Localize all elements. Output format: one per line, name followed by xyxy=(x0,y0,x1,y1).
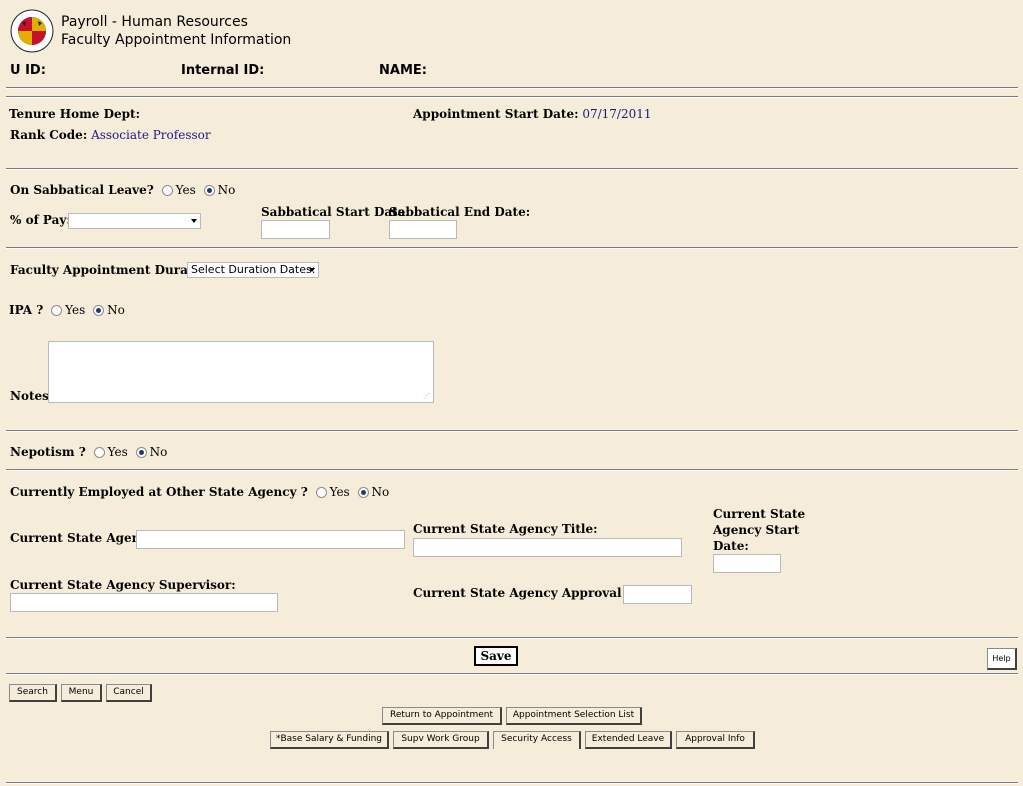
sabbatical-question: On Sabbatical Leave? xyxy=(10,183,154,197)
ipa-yes-label: Yes xyxy=(65,303,86,317)
ipa-no-label: No xyxy=(107,303,125,317)
ipa-row: IPA ? Yes No xyxy=(9,303,125,317)
other-state-no-label: No xyxy=(371,485,390,499)
sabbatical-yes-radio[interactable] xyxy=(161,185,173,196)
other-state-yes-label: Yes xyxy=(329,485,350,499)
ipa-no-radio[interactable] xyxy=(93,305,105,316)
internal-id-label: Internal ID: xyxy=(181,63,265,78)
divider xyxy=(6,247,1018,249)
other-state-yes-radio[interactable] xyxy=(315,487,327,498)
chevron-down-icon xyxy=(191,219,197,223)
tenure-home-dept-label: Tenure Home Dept: xyxy=(9,107,141,121)
tab-base-salary-funding[interactable]: *Base Salary & Funding xyxy=(270,731,389,749)
menu-button[interactable]: Menu xyxy=(61,684,102,702)
nepotism-yes-radio[interactable] xyxy=(93,447,105,458)
nepotism-row: Nepotism ? Yes No xyxy=(10,445,167,459)
notes-textarea[interactable]: ⋰ xyxy=(48,341,434,403)
start-date-label-line: Current State xyxy=(713,507,806,521)
divider xyxy=(6,430,1018,432)
rank-code-label: Rank Code: xyxy=(10,128,88,142)
other-state-question: Currently Employed at Other State Agency… xyxy=(10,485,308,499)
duration-select[interactable]: Select Duration Dates: xyxy=(187,262,319,278)
divider xyxy=(6,637,1018,639)
divider xyxy=(6,782,1018,784)
university-logo xyxy=(10,8,54,54)
other-state-row: Currently Employed at Other State Agency… xyxy=(10,485,389,499)
duration-select-value: Select Duration Dates: xyxy=(191,263,316,276)
current-state-agency-title-input[interactable] xyxy=(413,538,682,557)
search-button[interactable]: Search xyxy=(9,684,57,702)
page-title: Faculty Appointment Information xyxy=(61,32,292,48)
current-state-agency-supervisor-input[interactable] xyxy=(10,593,278,612)
appointment-start-date-label: Appointment Start Date: xyxy=(413,107,579,121)
current-state-agency-start-date-label: Current State Agency Start Date: xyxy=(713,506,805,554)
current-state-agency-input[interactable] xyxy=(136,530,405,549)
pct-pay-label: % of Pay: xyxy=(10,213,71,227)
tab-security-access[interactable]: Security Access xyxy=(493,731,581,749)
chevron-down-icon xyxy=(309,268,315,272)
sabbatical-start-date-input[interactable] xyxy=(261,220,330,239)
appointment-selection-list-button[interactable]: Appointment Selection List xyxy=(506,707,642,725)
sabbatical-yes-label: Yes xyxy=(175,183,196,197)
return-to-appointment-button[interactable]: Return to Appointment xyxy=(382,707,502,725)
sabbatical-no-label: No xyxy=(217,183,236,197)
tab-supv-work-group[interactable]: Supv Work Group xyxy=(393,731,489,749)
current-state-agency-supervisor-label: Current State Agency Supervisor: xyxy=(10,578,236,592)
start-date-label-line: Date: xyxy=(713,539,749,553)
ipa-yes-radio[interactable] xyxy=(51,305,63,316)
other-state-no-radio[interactable] xyxy=(357,487,369,498)
rank-code: Rank Code: Associate Professor xyxy=(10,128,211,142)
start-date-label-line: Agency Start xyxy=(713,523,800,537)
sabbatical-no-radio[interactable] xyxy=(203,185,215,196)
sabbatical-end-date-label: Sabbatical End Date: xyxy=(389,205,531,219)
notes-label: Notes: xyxy=(10,389,54,403)
nepotism-no-label: No xyxy=(149,445,168,459)
current-state-agency-start-date-input[interactable] xyxy=(713,554,781,573)
rank-code-value: Associate Professor xyxy=(91,128,211,142)
current-state-agency-title-label: Current State Agency Title: xyxy=(413,522,598,536)
sabbatical-leave-row: On Sabbatical Leave? Yes No xyxy=(10,183,235,197)
help-button[interactable]: Help xyxy=(987,648,1017,670)
tab-approval-info[interactable]: Approval Info xyxy=(676,731,755,749)
divider xyxy=(6,87,1018,89)
divider xyxy=(6,168,1018,170)
current-state-agency-approval-date-input[interactable] xyxy=(623,585,692,604)
cancel-button[interactable]: Cancel xyxy=(106,684,152,702)
app-title: Payroll - Human Resources xyxy=(61,14,248,30)
appointment-start-date: Appointment Start Date: 07/17/2011 xyxy=(413,107,652,121)
pct-pay-select[interactable] xyxy=(68,213,201,229)
tab-extended-leave[interactable]: Extended Leave xyxy=(585,731,672,749)
sabbatical-end-date-input[interactable] xyxy=(389,220,457,239)
nepotism-yes-label: Yes xyxy=(107,445,128,459)
resize-handle-icon[interactable]: ⋰ xyxy=(423,393,430,400)
divider xyxy=(6,469,1018,471)
uid-label: U ID: xyxy=(10,63,46,78)
name-label: NAME: xyxy=(379,63,427,78)
save-button[interactable]: Save xyxy=(474,646,518,666)
nepotism-label: Nepotism ? xyxy=(10,445,86,459)
appointment-start-date-value: 07/17/2011 xyxy=(582,107,652,121)
sabbatical-start-date-label: Sabbatical Start Date: xyxy=(261,205,410,219)
nepotism-no-radio[interactable] xyxy=(135,447,147,458)
ipa-label: IPA ? xyxy=(9,303,44,317)
divider xyxy=(6,96,1018,98)
divider xyxy=(6,673,1018,675)
